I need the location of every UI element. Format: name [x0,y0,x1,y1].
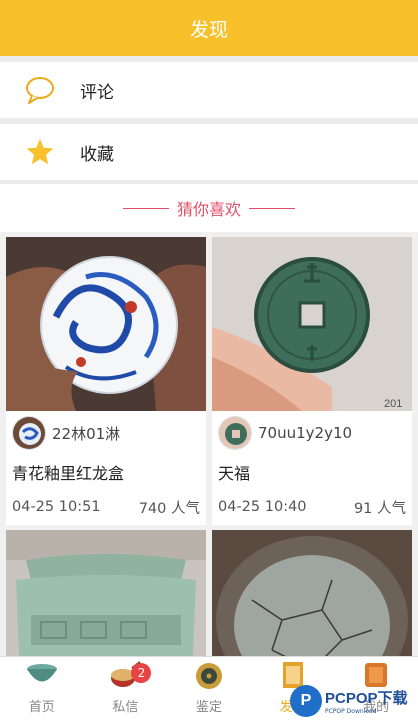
favorites-label: 收藏 [80,144,114,165]
celadon-vase-image [6,530,206,656]
comment-label: 评论 [80,82,114,103]
top-bar: 发现 [0,0,418,56]
compass-icon [192,660,226,694]
username: 22林01淋 [52,424,121,443]
recommend-header: 猜你喜欢 [0,184,418,232]
comment-icon [0,75,80,105]
divider-left [122,207,169,209]
page-title: 发现 [189,18,228,41]
bowl-icon [25,660,59,694]
item-meta: 04-25 10:40 91 人气 [212,489,412,525]
item-card[interactable] [212,530,412,656]
post-time: 04-25 10:51 [12,499,101,515]
post-time: 04-25 10:40 [218,499,307,515]
watermark-subtext: PCPOP Download [325,708,377,715]
unread-badge: 2 [131,663,152,683]
card-user[interactable]: 22林01淋 [6,411,206,455]
item-meta: 04-25 10:51 740 人气 [6,489,206,525]
item-name: 青花釉里红龙盒 [12,464,125,483]
recommend-title: 猜你喜欢 [176,200,241,219]
watermark-text: PCPOP下载 [325,690,408,707]
pcpop-logo-icon: P [290,685,322,717]
ancient-coin-image: 201 [212,237,412,411]
star-icon [0,137,80,167]
tab-home[interactable]: 首页 [0,657,84,720]
card-user[interactable]: 70uu1y2y10 [212,411,412,455]
recommend-grid: 22林01淋 青花釉里红龙盒 04-25 10:51 740 人气 201 70… [0,232,418,656]
divider-right [249,207,295,209]
tab-appraisal[interactable]: 鉴定 [167,657,251,720]
popularity-count: 740 人气 [138,500,200,517]
item-card[interactable] [6,530,206,656]
popularity-count: 91 人气 [353,500,406,517]
favorites-menu-item[interactable]: 收藏 [0,124,418,180]
avatar [12,416,46,450]
tab-label: 私信 [112,700,139,715]
username: 70uu1y2y10 [258,424,353,442]
item-name: 天福 [218,464,251,483]
blue-white-dragon-bowl-image [6,237,206,411]
item-card[interactable]: 22林01淋 青花釉里红龙盒 04-25 10:51 740 人气 [6,237,206,525]
tab-messages[interactable]: 2 私信 [84,657,168,720]
avatar [218,416,252,450]
comment-menu-item[interactable]: 评论 [0,62,418,118]
svg-text:201: 201 [384,398,402,410]
site-watermark: P PCPOP下载 PCPOP Download [290,682,418,720]
crackle-glaze-bowl-image [212,530,412,656]
item-card[interactable]: 201 70uu1y2y10 天福 04-25 10:40 91 人气 [212,237,412,525]
tab-label: 鉴定 [195,700,222,715]
tab-label: 首页 [28,700,55,715]
